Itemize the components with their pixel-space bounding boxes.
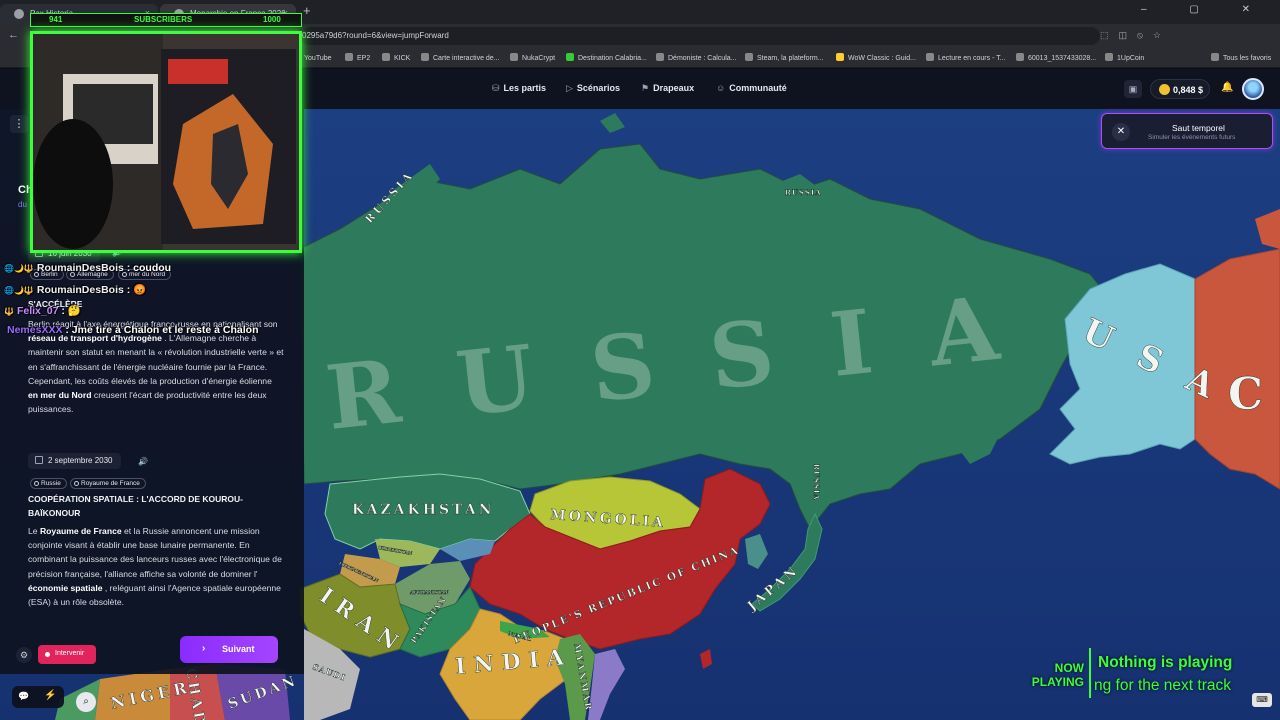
bookmark-item[interactable]: Destination Calabria... (566, 53, 647, 62)
article-body: Le Royaume de France et la Russie annonc… (28, 526, 282, 608)
bookmark-item[interactable]: NukaCrypt (510, 53, 555, 62)
chat-badges: 🌐🌙🔱 (4, 264, 34, 273)
chat-badges: 🌐🌙🔱 (4, 286, 34, 295)
intervene-button[interactable]: Intervenir (38, 645, 96, 664)
subscriber-goal-bar: 941 SUBSCRIBERS 1000 (30, 13, 302, 27)
site-icon (656, 53, 664, 61)
bookmark-item[interactable]: KICK (382, 53, 410, 62)
now-playing-divider (1089, 648, 1091, 698)
speaker-icon[interactable]: 🔊 (138, 457, 148, 466)
bell-icon[interactable]: 🔔 (1221, 82, 1233, 93)
site-icon (926, 53, 934, 61)
time-jump-subtitle: Simuler les événements futurs (1148, 134, 1236, 141)
now-playing-widget: NOW PLAYING Nothing is playing ng for th… (1020, 646, 1280, 702)
site-icon (566, 53, 574, 61)
bookmark-item[interactable]: EP2 (345, 53, 370, 62)
close-icon[interactable]: ✕ (1112, 123, 1130, 141)
chat-badges: 🔱 (4, 307, 14, 316)
avatar[interactable] (1242, 78, 1264, 100)
nav-scenarios[interactable]: ▷ Scénarios (566, 83, 620, 94)
subscriber-label: SUBSCRIBERS (134, 15, 193, 24)
site-icon (836, 53, 844, 61)
site-icon (1016, 53, 1024, 61)
bookmark-item[interactable]: Démoniste : Calcula... (656, 53, 736, 62)
chevron-right-icon: › (202, 643, 206, 654)
nav-flags[interactable]: ⚑ Drapeaux (641, 83, 694, 94)
balance-pill[interactable]: 0,848 $ (1150, 79, 1210, 99)
panel-subtitle: du (18, 200, 27, 209)
article-tag[interactable]: Royaume de France (70, 478, 146, 489)
settings-icon[interactable]: ⚙ (16, 647, 32, 663)
label-russia-sakhalin: RUSSIA (812, 464, 821, 501)
keyboard-icon: ⌨ (1252, 693, 1272, 707)
label-russia-ne: RUSSIA (785, 188, 822, 197)
webcam-image (33, 34, 299, 250)
site-icon (510, 53, 518, 61)
chat-message: 🌐🌙🔱 RoumainDesBois : coudou (4, 262, 172, 274)
gift-icon[interactable]: ▣ (1124, 80, 1142, 98)
window-controls[interactable]: – ▢ ✕ (1141, 4, 1270, 15)
bookmark-item[interactable]: 1UpCoin (1105, 53, 1144, 62)
play-icon: ▷ (566, 83, 573, 93)
parties-icon: ⛁ (492, 83, 500, 93)
tag-dot-icon (34, 481, 39, 486)
now-playing-label: NOW PLAYING (1031, 661, 1084, 689)
chat-message: 🔱 Felix_07 : 🤔 (4, 305, 81, 317)
now-playing-title: Nothing is playing (1098, 654, 1233, 671)
extension-icons[interactable]: ⬚◫⦸☆ (1100, 30, 1171, 41)
chat-message: 🌐🌙🔱 RoumainDesBois : 😡 (4, 284, 147, 296)
site-icon (1105, 53, 1113, 61)
subscriber-count: 941 (49, 15, 63, 24)
bottom-dock: 💬 ⚡ (12, 686, 64, 708)
next-button[interactable]: › Suivant (180, 636, 278, 663)
flag-icon: ⚑ (641, 83, 650, 93)
new-tab-button[interactable]: + (303, 3, 311, 18)
bolt-icon[interactable]: ⚡ (44, 690, 56, 701)
time-jump-card[interactable]: ✕ Saut temporel Simuler les événements f… (1101, 113, 1273, 149)
article-date: 2 septembre 2030 (28, 453, 121, 469)
chat-icon[interactable]: 💬 (18, 691, 29, 702)
back-arrow-icon[interactable]: ← (8, 29, 19, 41)
nav-community[interactable]: ☺ Communauté (716, 83, 787, 93)
bookmark-item[interactable]: Carte interactive de... (421, 53, 500, 62)
folder-icon (1211, 53, 1219, 61)
bookmark-item[interactable]: Steam, la plateform... (745, 53, 824, 62)
label-canada: C (1228, 369, 1263, 420)
folder-icon (382, 53, 390, 61)
bookmark-item[interactable]: WoW Classic : Guid... (836, 53, 916, 62)
bookmark-item[interactable]: 60013_1537433028... (1016, 53, 1096, 62)
now-playing-subtitle: ng for the next track (1094, 677, 1231, 694)
bookmark-item[interactable]: Lecture en cours - T... (926, 53, 1006, 62)
chat-message: NemesXXX : Jme tire à Chalon et le reste… (7, 324, 259, 336)
steam-icon (745, 53, 753, 61)
article-tag[interactable]: Russie (30, 478, 67, 489)
label-afghanistan: AFGHANISTAN (409, 590, 448, 596)
coin-icon (1159, 84, 1170, 95)
tag-dot-icon (74, 481, 79, 486)
bookmark-item[interactable]: Tous les favoris (1211, 53, 1271, 62)
record-icon (45, 652, 50, 657)
subscriber-goal: 1000 (263, 15, 281, 24)
label-kazakhstan: KAZAKHSTAN (352, 502, 494, 518)
nav-parties[interactable]: ⛁ Les partis (492, 83, 546, 94)
globe-icon (421, 53, 429, 61)
time-jump-title: Saut temporel (1172, 123, 1225, 133)
search-icon[interactable]: ⌕ (76, 692, 96, 712)
calendar-icon (35, 456, 43, 464)
article-title: COOPÉRATION SPATIALE : L'ACCORD DE KOURO… (28, 494, 243, 518)
menu-icon[interactable]: ⋮ (10, 115, 28, 133)
community-icon: ☺ (716, 83, 726, 93)
folder-icon (345, 53, 353, 61)
address-bar[interactable]: 0295a79d6?round=6&view=jumpForward (300, 27, 1100, 45)
webcam-overlay (30, 31, 302, 253)
tab-favicon-icon (14, 9, 24, 19)
